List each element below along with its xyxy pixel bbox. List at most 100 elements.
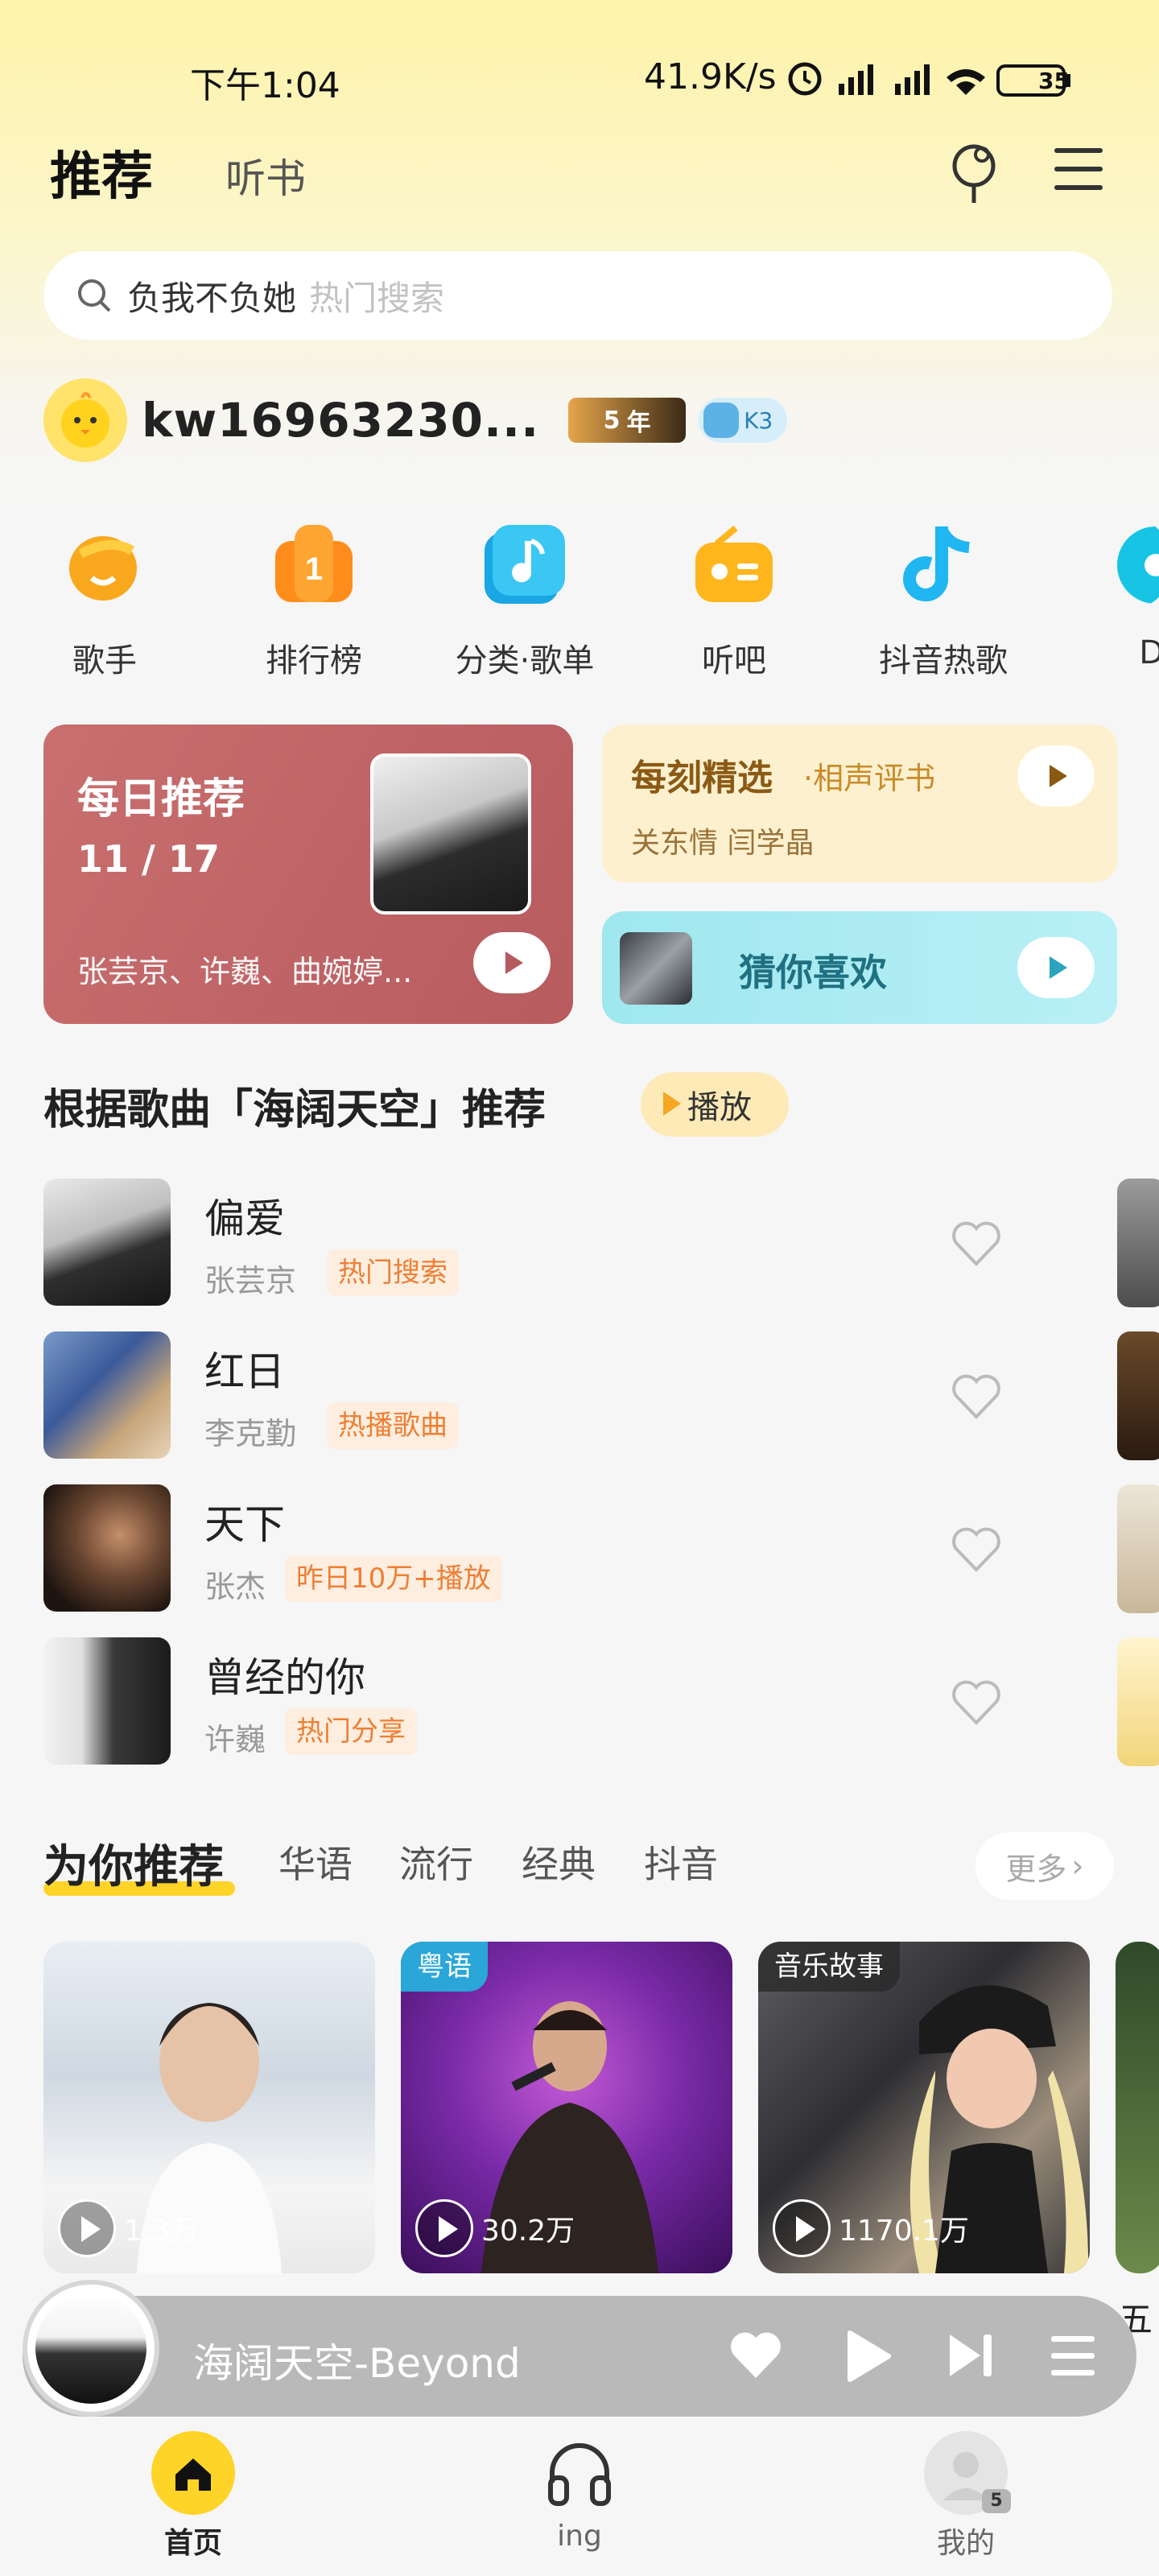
playlist-queue-icon[interactable] [1046,2331,1099,2381]
guess-cover-image [620,932,692,1005]
tab-mandarin[interactable]: 华语 [278,1835,353,1889]
nav-ing[interactable]: ing [459,2431,700,2553]
battery-level: 35 [1038,68,1070,94]
mini-player[interactable]: 海阔天空-Beyond [23,2280,1136,2417]
avatar[interactable] [43,378,127,462]
song-artist: 李克勤 [204,1416,297,1451]
rank-icon: 1 [272,522,356,605]
search-keyword: 负我不负她 [127,278,297,318]
more-button[interactable]: 更多 › [975,1832,1114,1900]
daily-date: 11 / 17 [77,837,220,881]
daily-recommend-card[interactable]: 每日推荐 11 / 17 张芸京、许巍、曲婉婷... [43,724,573,1024]
tab-pop[interactable]: 流行 [399,1835,473,1889]
profile-avatar-icon: 5 [924,2431,1011,2515]
playlist-card[interactable]: 粤语 30.2万 [401,1942,732,2273]
next-column-cover[interactable] [1117,1179,1159,1307]
search-icon [78,279,111,312]
daily-title: 每日推荐 [77,775,245,824]
moment-title: 每刻精选 [631,758,773,799]
wifi-icon [947,69,985,95]
playlist-card[interactable]: 音乐故事 1170.1万 [758,1942,1090,2273]
recommend-title[interactable]: 为你推荐 [43,1831,235,1896]
heart-icon[interactable] [950,1219,1003,1267]
category-tiktok-hits[interactable]: 抖音热歌 [863,522,1024,681]
song-name: 偏爱 [204,1195,285,1242]
heart-icon[interactable] [950,1678,1003,1726]
playlist-card[interactable]: 1.3万 [43,1942,375,2273]
tab-audiobook[interactable]: 听书 [225,147,306,204]
nav-mine[interactable]: 5 我的 [845,2431,1087,2562]
category-singer[interactable]: 歌手 [24,522,185,681]
heart-icon[interactable] [950,1372,1003,1420]
signal-icon-1 [839,64,873,95]
status-time: 下午1:04 [190,65,340,106]
mine-badge: 5 [982,2489,1011,2513]
song-row[interactable]: 红日 李克勤 热播歌曲 [43,1331,1106,1460]
song-name: 红日 [204,1348,285,1395]
daily-play-button[interactable] [473,932,551,993]
radio-icon [692,522,776,605]
song-cover [43,1179,171,1306]
daily-subtitle: 张芸京、许巍、曲婉婷... [77,954,413,989]
vip-years-badge[interactable]: 5年 [568,398,687,443]
tab-recommend[interactable]: 推荐 [50,135,158,209]
song-tag: 昨日10万+播放 [285,1555,502,1602]
network-speed: 41.9K/s [644,56,777,97]
play-count: 1170.1万 [773,2199,969,2257]
play-icon[interactable] [415,2199,473,2257]
category-dj[interactable]: D [1075,522,1159,671]
heart-icon[interactable] [950,1525,1003,1573]
next-track-icon[interactable] [945,2330,996,2381]
moment-card[interactable]: 每刻精选 ·相声评书 关东情 闫学晶 [602,724,1117,882]
gem-icon [703,402,740,438]
user-info[interactable]: kw16963230... 5年 K3 [43,378,788,462]
next-column-cover[interactable] [1117,1637,1159,1766]
next-column-cover[interactable] [1117,1484,1159,1613]
song-cover [43,1331,171,1459]
svg-text:1: 1 [305,551,323,587]
song-tag: 热门分享 [285,1708,417,1755]
tab-classic[interactable]: 经典 [522,1835,596,1889]
moment-tag: ·相声评书 [803,761,936,796]
play-icon[interactable] [58,2199,116,2257]
cover-tag: 粤语 [401,1942,488,1992]
cover-tag: 音乐故事 [758,1942,900,1992]
song-cover [43,1637,171,1765]
song-artist: 张芸京 [204,1263,297,1298]
playlist-card-peek[interactable] [1116,1942,1159,2273]
moment-play-button[interactable] [1017,745,1095,807]
category-radio[interactable]: 听吧 [654,522,815,681]
play-count: 1.3万 [58,2199,199,2257]
daily-cover-image [370,753,531,914]
song-artist: 许巍 [204,1722,266,1757]
tab-tiktok[interactable]: 抖音 [644,1835,718,1889]
menu-icon[interactable] [1053,143,1104,195]
singer-icon [63,522,146,605]
user-name: kw16963230... [142,393,540,448]
level-badge[interactable]: K3 [699,398,788,443]
play-icon[interactable] [842,2328,893,2384]
now-playing-title: 海阔天空-Beyond [193,2340,521,2387]
category-playlist[interactable]: 分类·歌单 [444,522,605,681]
nav-home[interactable]: 首页 [72,2431,314,2562]
voice-recognition-icon[interactable] [943,138,1004,206]
guess-title: 猜你喜欢 [739,951,887,994]
playlist-icon [483,522,567,605]
tiktok-icon [901,522,985,605]
song-row[interactable]: 天下 张杰 昨日10万+播放 [43,1484,1106,1613]
song-row[interactable]: 曾经的你 许巍 热门分享 [43,1637,1106,1766]
home-icon [151,2431,235,2515]
guess-you-like-card[interactable]: 猜你喜欢 [602,911,1117,1024]
song-name: 天下 [204,1501,285,1548]
play-count: 30.2万 [415,2199,575,2257]
next-column-cover[interactable] [1117,1331,1159,1460]
section-play-button[interactable]: 播放 [641,1072,789,1137]
like-icon[interactable] [728,2330,784,2381]
play-icon[interactable] [773,2199,831,2257]
song-row[interactable]: 偏爱 张芸京 热门搜索 [43,1179,1106,1307]
now-playing-disc[interactable] [23,2280,159,2417]
dj-icon [1114,522,1159,605]
search-input[interactable]: 负我不负她 热门搜索 [43,251,1112,340]
category-ranking[interactable]: 1 排行榜 [233,522,394,681]
guess-play-button[interactable] [1017,937,1095,998]
